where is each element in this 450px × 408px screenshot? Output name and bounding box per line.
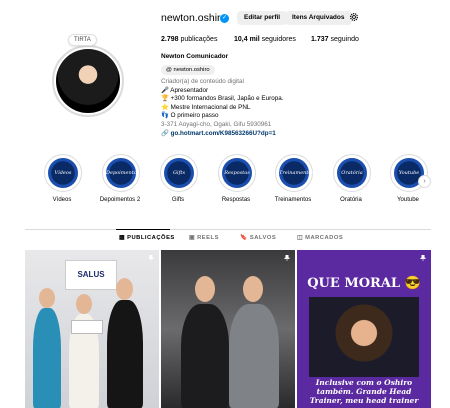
highlight-cover: Treinamentos [279, 158, 314, 188]
active-tab-indicator [116, 229, 170, 230]
highlight-label: Oratória [340, 197, 362, 203]
tab-tagged[interactable]: ◫ MARCADOS [297, 235, 343, 241]
highlight-label: Gifts [171, 197, 185, 203]
reels-icon: ▣ [189, 235, 195, 241]
profile-name: Newton Comunicador [161, 53, 229, 60]
threads-handle-pill[interactable]: @ newton.oshiro [161, 65, 215, 75]
avatar-note[interactable]: TIRTA [68, 34, 97, 46]
chevron-right-icon[interactable]: › [418, 175, 431, 188]
highlight-cover: Oratória [337, 158, 367, 188]
highlight-videos[interactable]: Vídeos [44, 154, 82, 192]
post-thumbnail[interactable]: SALUS [25, 250, 159, 408]
person-head [76, 294, 92, 314]
person [107, 300, 143, 408]
bio-link[interactable]: 🔗 go.hotmart.com/K98563266U?dp=1 [161, 130, 283, 139]
tab-reels[interactable]: ▣ REELS [189, 235, 219, 241]
person [229, 304, 279, 408]
highlight-cover: Gifts [164, 158, 194, 188]
post-caption: Inclusive com o Oshiro também. Grande He… [309, 378, 419, 405]
person-head [195, 276, 215, 302]
highlight-cover: Depoimentos 2 [106, 158, 139, 206]
certificate [71, 320, 103, 334]
highlight-label: Vídeos [52, 197, 72, 203]
person-head [116, 278, 133, 300]
post-sign: SALUS [65, 260, 117, 290]
highlight-label: Treinamentos [274, 197, 312, 203]
tag-icon: ◫ [297, 235, 303, 241]
highlight-depoimentos[interactable]: Depoimentos 2 [102, 154, 140, 206]
followers-stat[interactable]: 10,4 mil seguidores [234, 36, 296, 43]
tab-saved[interactable]: 🔖 SALVOS [240, 235, 276, 241]
bio-line: 👣 O primeiro passo [161, 112, 219, 120]
avatar[interactable] [56, 49, 120, 113]
highlight-gifts[interactable]: Gifts [160, 154, 198, 192]
tab-divider [25, 229, 431, 230]
posts-stat: 2.798 publicações [161, 36, 218, 43]
bio: Criador(a) de conteúdo digital 🎤 Apresen… [161, 78, 283, 138]
post-thumbnail[interactable] [161, 250, 295, 408]
person-head [243, 276, 263, 302]
highlight-cover: Vídeos [48, 158, 78, 188]
pin-icon [420, 255, 426, 261]
highlight-label: Youtube [397, 197, 419, 203]
person [181, 304, 229, 408]
person [33, 308, 61, 408]
username: newton.oshiro [161, 12, 227, 24]
highlight-treinamentos[interactable]: Treinamentos [275, 154, 314, 192]
bio-line: 🎤 Apresentador [161, 86, 209, 94]
bookmark-icon: 🔖 [240, 235, 248, 241]
tab-posts[interactable]: ▦ PUBLICAÇÕES [119, 235, 175, 241]
edit-profile-button[interactable]: Editar perfil [237, 11, 288, 25]
pin-icon [148, 255, 154, 261]
following-stat[interactable]: 1.737 seguindo [311, 36, 359, 43]
archive-button[interactable]: Itens Arquivados [285, 11, 352, 25]
highlight-label: Depoimentos 2 [99, 197, 141, 203]
post-title: QUE MORAL 😎 [307, 276, 421, 291]
highlight-cover: Respostas [222, 158, 252, 188]
pin-icon [284, 255, 290, 261]
highlight-respostas[interactable]: Respostas [218, 154, 256, 192]
post-image [309, 297, 419, 377]
bio-address: 3-371 Aoyagi-cho, Ogaki, Gifu 5930961 [161, 120, 272, 128]
verified-badge-icon: ✓ [220, 14, 229, 23]
bio-line: 🏆 +300 formandos Brasil, Japão e Europa. [161, 95, 284, 103]
grid-icon: ▦ [119, 235, 125, 241]
highlight-oratoria[interactable]: Oratória [333, 154, 371, 192]
person-head [39, 288, 55, 308]
highlight-label: Respostas [221, 197, 251, 203]
bio-category: Criador(a) de conteúdo digital [161, 78, 244, 85]
post-thumbnail[interactable]: QUE MORAL 😎 Inclusive com o Oshiro també… [297, 250, 431, 408]
gear-icon[interactable] [349, 12, 359, 22]
